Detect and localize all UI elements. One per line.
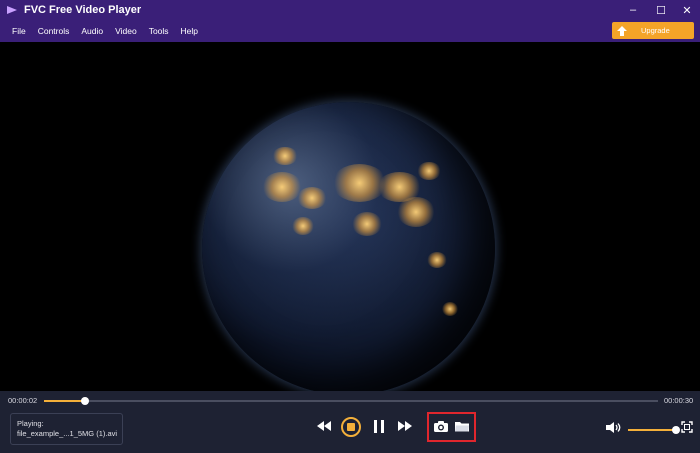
seek-bar-progress [44,400,85,402]
volume-slider[interactable] [628,429,676,431]
upgrade-button[interactable]: Upgrade [612,22,694,39]
pause-icon [374,420,384,433]
menu-audio[interactable]: Audio [81,26,103,36]
app-logo-icon [6,5,18,15]
maximize-button[interactable]: ☐ [650,0,672,20]
app-title: FVC Free Video Player [24,4,142,16]
speaker-icon [606,422,621,433]
close-button[interactable]: ✕ [676,0,698,20]
camera-icon [434,421,448,432]
stop-icon [347,423,355,431]
upload-arrow-icon [617,25,627,36]
snapshot-button[interactable] [433,419,449,433]
seek-bar[interactable] [44,397,658,405]
fast-forward-icon [398,421,412,431]
control-bar: 00:00:02 00:00:30 Playing: file_example_… [0,391,700,453]
volume-button[interactable] [605,421,623,434]
rewind-icon [317,421,331,431]
menu-tools[interactable]: Tools [149,26,169,36]
menu-file[interactable]: File [12,26,26,36]
stop-button[interactable] [341,417,361,437]
pause-button[interactable] [372,419,386,434]
seek-bar-handle[interactable] [80,397,89,405]
menu-bar: File Controls Audio Video Tools Help Upg… [0,20,700,42]
menu-help[interactable]: Help [181,26,198,36]
video-frame-earth [202,102,495,391]
fullscreen-button[interactable] [681,421,693,433]
open-folder-button[interactable] [454,419,470,433]
title-bar: FVC Free Video Player – ☐ ✕ [0,0,700,20]
now-playing-file: file_example_...1_5MG (1).avi [17,429,118,438]
fullscreen-icon [681,421,693,433]
minimize-button[interactable]: – [622,0,644,20]
menu-video[interactable]: Video [115,26,137,36]
now-playing-panel: Playing: file_example_...1_5MG (1).avi [10,413,123,445]
menu-controls[interactable]: Controls [38,26,70,36]
video-viewport[interactable] [0,42,700,391]
rewind-button[interactable] [316,420,332,432]
folder-icon [455,422,469,432]
fast-forward-button[interactable] [397,420,413,432]
total-time: 00:00:30 [664,396,694,405]
now-playing-label: Playing: [17,419,44,428]
volume-slider-handle[interactable] [672,426,680,434]
upgrade-label: Upgrade [641,26,670,35]
current-time: 00:00:02 [8,396,38,405]
